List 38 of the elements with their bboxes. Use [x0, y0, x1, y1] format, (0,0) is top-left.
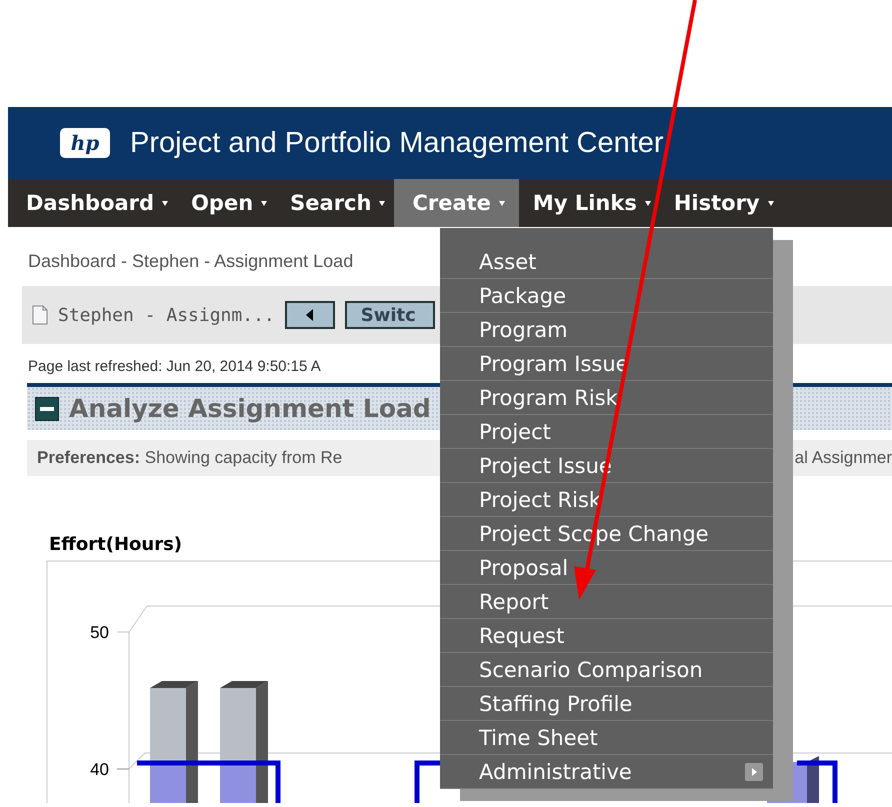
document-icon [32, 305, 48, 325]
collapse-icon[interactable] [35, 396, 59, 420]
left-triangle-icon [306, 309, 314, 321]
menu-item[interactable]: Package [440, 279, 773, 313]
switch-button[interactable]: Switc [344, 301, 435, 329]
caret-icon [498, 200, 505, 206]
caret-icon [768, 200, 774, 206]
logo: hp [60, 128, 110, 158]
menu-item[interactable]: Request [440, 619, 773, 653]
menu-item[interactable]: Program [440, 313, 773, 347]
preferences-text: al Assignmer [794, 448, 892, 468]
caret-icon [162, 200, 168, 206]
menu-item[interactable]: Administrative [440, 755, 773, 789]
axis-tick-label: 40 [90, 760, 109, 779]
preferences-text: Preferences: Showing capacity from Re [37, 448, 342, 468]
nav-menu[interactable]: My Links [518, 179, 660, 227]
nav-menu[interactable]: Create [394, 179, 519, 227]
caret-icon [644, 200, 651, 206]
menu-item[interactable]: Time Sheet [440, 721, 773, 755]
axis-tick-label: 50 [90, 623, 109, 642]
nav-menu[interactable]: Search [276, 179, 394, 227]
y-axis-label: Effort(Hours) [49, 534, 182, 555]
nav-menu[interactable]: History [660, 179, 783, 227]
menu-item[interactable]: Staffing Profile [440, 687, 773, 721]
menu-item[interactable]: Asset [440, 245, 773, 279]
breadcrumb[interactable]: Dashboard - Stephen - Assignment Load [22, 244, 354, 278]
caret-icon [261, 200, 268, 206]
refresh-time: Page last refreshed: Jun 20, 2014 9:50:15 A [27, 358, 321, 375]
caret-icon [379, 200, 386, 206]
menu-item[interactable]: Scenario Comparison [440, 653, 773, 687]
back-button[interactable] [284, 301, 335, 329]
nav-menu[interactable]: Open [177, 179, 276, 227]
panel-title: Analyze Assignment Load [69, 394, 431, 423]
menu-item[interactable]: Project [440, 415, 773, 449]
menu-item[interactable]: Program Risk [440, 381, 773, 415]
page-name[interactable]: Stephen - Assignm... [58, 304, 275, 326]
app-title: Project and Portfolio Management Center [130, 126, 664, 160]
nav-menu[interactable]: Dashboard [12, 179, 178, 227]
